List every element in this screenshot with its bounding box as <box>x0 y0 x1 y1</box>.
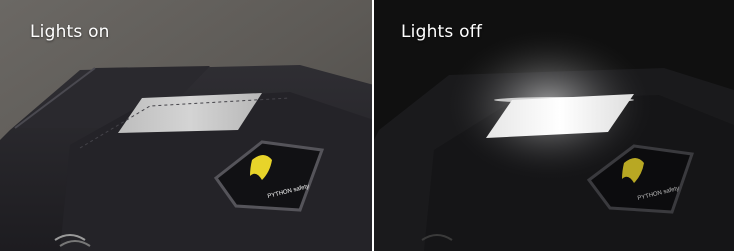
lights-on-panel: PYTHON safety Lights on <box>0 0 374 251</box>
lights-on-caption: Lights on <box>30 22 110 42</box>
lights-off-caption: Lights off <box>401 22 483 42</box>
comparison-image: PYTHON safety Lights on PYTHON safety Li… <box>0 0 734 251</box>
lights-off-panel: PYTHON safety Lights off <box>374 0 734 251</box>
